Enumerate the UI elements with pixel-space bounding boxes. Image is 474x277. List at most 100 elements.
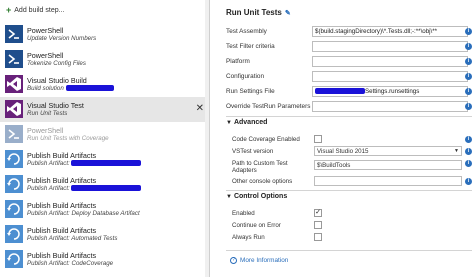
run-settings-row: Run Settings File Settings.runsettings i: [226, 86, 472, 98]
info-icon[interactable]: i: [465, 28, 472, 35]
build-step-name: PowerShell: [27, 26, 64, 35]
info-icon[interactable]: i: [465, 43, 472, 50]
chevron-down-icon: ▼: [226, 119, 232, 126]
console-options-input[interactable]: [314, 176, 462, 186]
info-icon[interactable]: i: [465, 160, 472, 167]
powershell-icon: [5, 125, 23, 143]
build-step-name: Publish Build Artifacts: [27, 176, 97, 185]
publish-icon: [5, 200, 23, 218]
console-options-row: Other console options i: [232, 176, 472, 187]
build-step-description: Publish Artifact: Deploy Database Artifa…: [27, 210, 140, 217]
build-step-item[interactable]: Publish Build Artifacts Publish Artifact:…: [0, 197, 209, 222]
run-settings-label: Run Settings File: [226, 88, 275, 95]
powershell-icon: [5, 50, 23, 68]
redaction-mark: [71, 160, 142, 167]
override-params-row: Override TestRun Parameters i: [226, 101, 472, 113]
build-step-item[interactable]: PowerShell Run Unit Tests with Coverage: [0, 122, 209, 147]
enabled-checkbox[interactable]: ✓: [314, 209, 322, 217]
build-step-item[interactable]: Publish Build Artifacts Publish Artifact:…: [0, 222, 209, 247]
enabled-row: Enabled ✓: [232, 208, 472, 219]
override-params-label: Override TestRun Parameters: [226, 103, 311, 110]
build-step-description: Publish Artifact:: [27, 160, 142, 168]
test-assembly-input[interactable]: $(build.stagingDirectory)\*.Tests.dll;-:…: [312, 26, 468, 37]
vstest-version-row: VSTest version Visual Studio 2015 ▼ i: [232, 146, 472, 157]
test-assembly-label: Test Assembly: [226, 28, 267, 35]
console-options-label: Other console options: [232, 178, 293, 185]
vstest-version-value: Visual Studio 2015: [317, 148, 369, 155]
more-information-link[interactable]: ? More Information: [230, 257, 288, 264]
override-params-input[interactable]: [312, 101, 468, 112]
run-settings-value: Settings.runsettings: [365, 88, 420, 95]
advanced-section-toggle[interactable]: ▼ Advanced: [226, 119, 267, 126]
code-coverage-row: Code Coverage Enabled i: [232, 134, 472, 145]
build-step-item[interactable]: PowerShell Tokenize Config Files: [0, 47, 209, 72]
configuration-input[interactable]: [312, 71, 468, 82]
enabled-label: Enabled: [232, 210, 255, 217]
advanced-section-title: Advanced: [233, 119, 268, 126]
redaction-mark: [71, 185, 142, 192]
control-options-title: Control Options: [233, 193, 288, 200]
divider: [226, 250, 472, 251]
info-icon[interactable]: i: [465, 73, 472, 80]
chevron-down-icon: ▼: [454, 148, 459, 154]
control-options-toggle[interactable]: ▼ Control Options: [226, 193, 287, 200]
build-step-description: Update Version Numbers: [27, 35, 97, 42]
info-icon[interactable]: i: [465, 103, 472, 110]
build-step-item[interactable]: Publish Build Artifacts Publish Artifact:: [0, 147, 209, 172]
build-step-description: Build solution: [27, 85, 114, 93]
build-step-description: Publish Artifact:: [27, 185, 142, 193]
build-step-name: Publish Build Artifacts: [27, 251, 97, 260]
divider: [226, 190, 472, 191]
build-step-name: Publish Build Artifacts: [27, 151, 97, 160]
info-icon[interactable]: i: [465, 148, 472, 155]
close-icon[interactable]: ✕: [196, 103, 204, 114]
more-information-label: More Information: [240, 257, 289, 264]
code-coverage-checkbox[interactable]: [314, 135, 322, 143]
build-step-item[interactable]: Visual Studio Test Run Unit Tests ✕: [0, 97, 209, 122]
build-step-description: Run Unit Tests: [27, 110, 68, 117]
always-run-label: Always Run: [232, 234, 265, 241]
build-step-description: Publish Artifact: CodeCoverage: [27, 260, 114, 267]
build-step-name: Publish Build Artifacts: [27, 226, 97, 235]
build-steps-panel: + Add build step... PowerShell Update Ver…: [0, 0, 210, 277]
info-icon[interactable]: i: [465, 136, 472, 143]
code-coverage-label: Code Coverage Enabled: [232, 136, 300, 143]
configuration-label: Configuration: [226, 73, 265, 80]
continue-on-error-row: Continue on Error: [232, 220, 472, 231]
pencil-icon[interactable]: ✎: [285, 9, 291, 17]
build-step-description: Run Unit Tests with Coverage: [27, 135, 109, 142]
left-scrollbar[interactable]: [205, 0, 209, 277]
continue-on-error-checkbox[interactable]: [314, 221, 322, 229]
visual-studio-icon: [5, 75, 23, 93]
info-icon[interactable]: i: [465, 58, 472, 65]
build-step-description: Tokenize Config Files: [27, 60, 86, 67]
custom-adapters-input[interactable]: $\BuildTools: [314, 160, 462, 170]
redaction-mark: [315, 88, 365, 95]
platform-input[interactable]: [312, 56, 468, 67]
publish-icon: [5, 250, 23, 268]
always-run-checkbox[interactable]: [314, 233, 322, 241]
build-step-name: Visual Studio Build: [27, 76, 87, 85]
run-settings-input[interactable]: Settings.runsettings: [312, 86, 468, 97]
build-step-name: Visual Studio Test: [27, 101, 84, 110]
add-build-step-button[interactable]: + Add build step...: [6, 4, 64, 16]
test-filter-row: Test Filter criteria i: [226, 41, 472, 53]
add-build-step-label: Add build step...: [14, 6, 65, 14]
help-icon: ?: [230, 257, 237, 264]
build-step-item[interactable]: Visual Studio Build Build solution: [0, 72, 209, 97]
build-step-description: Publish Artifact: Automated Tests: [27, 235, 118, 242]
info-icon[interactable]: i: [465, 178, 472, 185]
info-icon[interactable]: i: [465, 88, 472, 95]
vstest-version-select[interactable]: Visual Studio 2015 ▼: [314, 146, 462, 156]
redaction-mark: [65, 85, 114, 92]
plus-icon: +: [6, 4, 12, 15]
build-step-name: Publish Build Artifacts: [27, 201, 97, 210]
build-step-item[interactable]: Publish Build Artifacts Publish Artifact:: [0, 172, 209, 197]
build-step-name: PowerShell: [27, 51, 64, 60]
task-settings-panel: Run Unit Tests ✎ Test Assembly $(build.s…: [216, 0, 474, 277]
visual-studio-icon: [5, 100, 23, 118]
test-filter-input[interactable]: [312, 41, 468, 52]
task-title-text: Run Unit Tests: [226, 8, 282, 17]
build-step-item[interactable]: Publish Build Artifacts Publish Artifact:…: [0, 247, 209, 272]
build-step-item[interactable]: PowerShell Update Version Numbers: [0, 22, 209, 47]
